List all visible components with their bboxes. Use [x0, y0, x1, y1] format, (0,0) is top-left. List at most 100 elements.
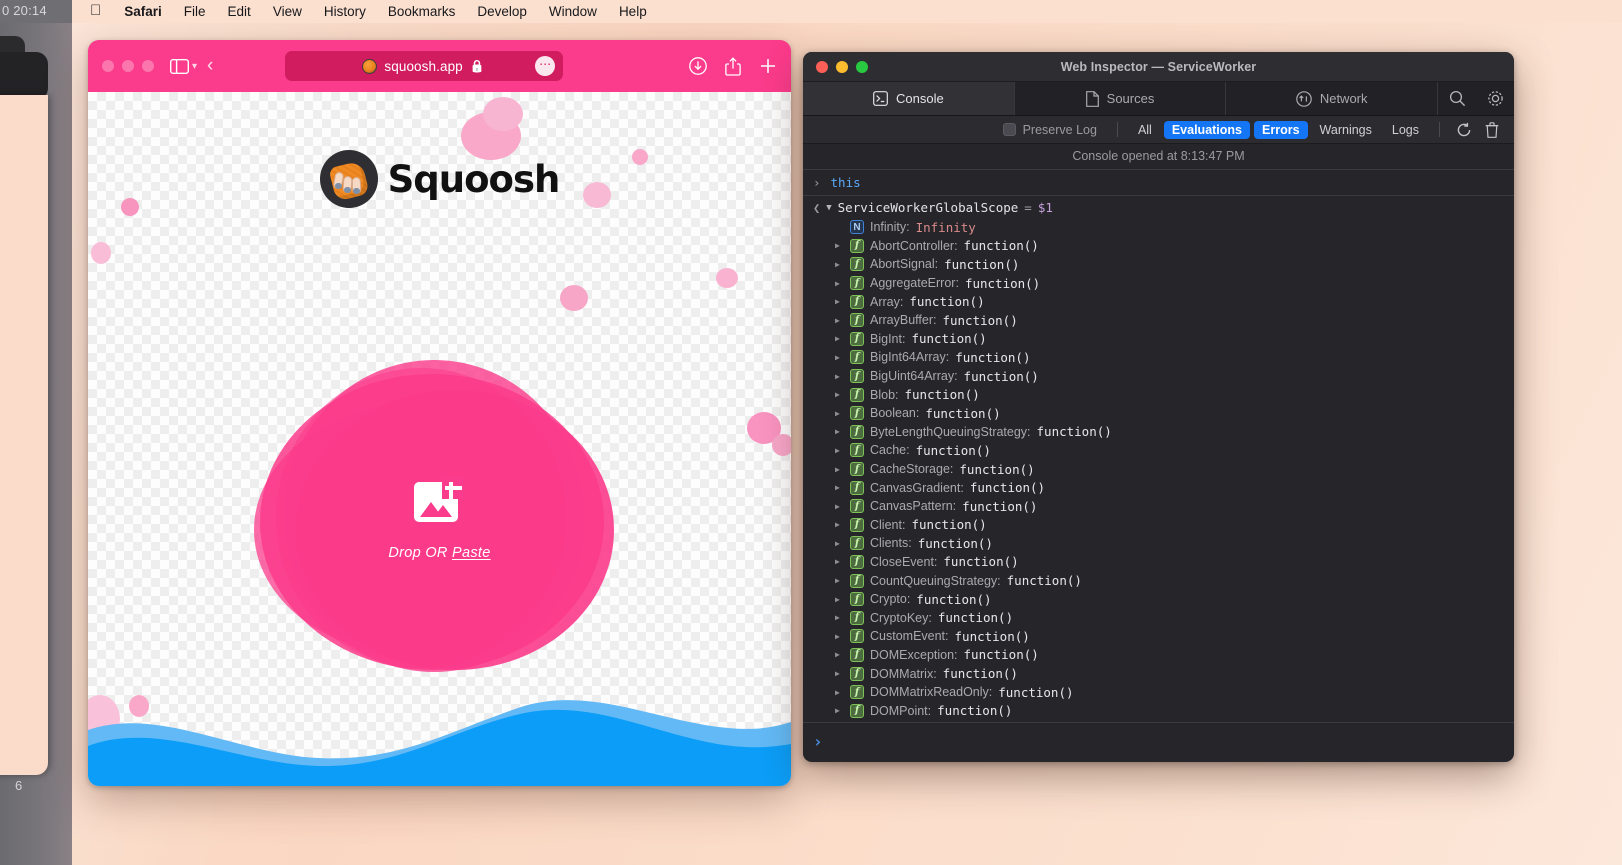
menu-item-help[interactable]: Help	[608, 3, 658, 20]
tab-console[interactable]: Console	[803, 82, 1015, 115]
disclosure-triangle-icon[interactable]: ▶	[835, 502, 844, 511]
download-icon[interactable]	[689, 57, 707, 75]
apple-icon[interactable]: 	[84, 3, 113, 20]
menu-item-bookmarks[interactable]: Bookmarks	[377, 3, 467, 20]
object-property-row[interactable]: ▶fCacheStorage:function()	[803, 460, 1514, 479]
disclosure-triangle-icon[interactable]: ▶	[835, 706, 844, 715]
object-property-row[interactable]: ▶fDOMPoint:function()	[803, 701, 1514, 720]
address-bar[interactable]: squoosh.app 🔒 ⋯	[285, 51, 563, 81]
object-property-row[interactable]: ▶fCryptoKey:function()	[803, 608, 1514, 627]
disclosure-triangle-icon[interactable]: ▶	[835, 353, 844, 362]
plus-icon[interactable]	[759, 57, 777, 75]
menu-item-file[interactable]: File	[173, 3, 217, 20]
disclosure-triangle-icon[interactable]: ▶	[835, 576, 844, 585]
paste-link[interactable]: Paste	[452, 545, 491, 561]
disclosure-triangle-icon[interactable]: ▶	[835, 557, 844, 566]
menu-item-safari[interactable]: Safari	[113, 3, 173, 20]
share-icon[interactable]	[725, 57, 741, 76]
disclosure-triangle-icon[interactable]: ▶	[835, 650, 844, 659]
disclosure-triangle-icon[interactable]: ▶	[835, 669, 844, 678]
minimize-button[interactable]	[122, 60, 134, 72]
property-value: function()	[943, 554, 1018, 569]
object-property-row[interactable]: ▶fCountQueuingStrategy:function()	[803, 571, 1514, 590]
disclosure-triangle-icon[interactable]: ▶	[835, 372, 844, 381]
object-property-row[interactable]: ▶fCloseEvent:function()	[803, 553, 1514, 572]
object-property-row[interactable]: ▶fBigInt:function()	[803, 330, 1514, 349]
object-property-row[interactable]: NInfinity:Infinity	[803, 218, 1514, 237]
gear-icon[interactable]	[1476, 90, 1514, 107]
search-icon[interactable]	[1438, 90, 1476, 107]
disclosure-triangle-icon[interactable]: ▶	[835, 688, 844, 697]
tab-sources[interactable]: Sources	[1015, 82, 1227, 115]
object-property-row[interactable]: ▶fDOMException:function()	[803, 646, 1514, 665]
object-property-row[interactable]: ▶fClient:function()	[803, 516, 1514, 535]
object-property-row[interactable]: ▶fDOMMatrixReadOnly:function()	[803, 683, 1514, 702]
object-property-row[interactable]: ▶fByteLengthQueuingStrategy:function()	[803, 423, 1514, 442]
menu-item-develop[interactable]: Develop	[466, 3, 538, 20]
disclosure-triangle-icon[interactable]: ▶	[835, 334, 844, 343]
disclosure-triangle-icon[interactable]: ▶	[835, 465, 844, 474]
window-traffic-lights[interactable]	[102, 60, 154, 72]
disclosure-triangle-icon[interactable]: ▶	[835, 297, 844, 306]
chevron-down-icon[interactable]: ▾	[192, 61, 197, 72]
menu-item-history[interactable]: History	[313, 3, 377, 20]
menu-item-edit[interactable]: Edit	[217, 3, 262, 20]
filter-logs[interactable]: Logs	[1384, 121, 1427, 139]
console-output[interactable]: Console opened at 8:13:47 PM › this ❮ ▼ …	[803, 144, 1514, 722]
object-property-row[interactable]: ▶fAbortSignal:function()	[803, 255, 1514, 274]
jump-to-source-icon[interactable]: ❮	[813, 201, 820, 215]
property-value: function()	[916, 443, 991, 458]
clear-console-icon[interactable]	[1450, 122, 1478, 138]
disclosure-triangle-icon[interactable]: ▶	[835, 446, 844, 455]
object-property-list[interactable]: NInfinity:Infinity▶fAbortController:func…	[803, 218, 1514, 720]
sidebar-icon[interactable]	[168, 55, 190, 77]
preserve-log-toggle[interactable]: Preserve Log	[1003, 123, 1097, 137]
preserve-log-checkbox[interactable]	[1003, 123, 1016, 136]
disclosure-triangle-icon[interactable]: ▶	[835, 539, 844, 548]
menu-item-view[interactable]: View	[262, 3, 313, 20]
object-property-row[interactable]: ▶fCanvasGradient:function()	[803, 478, 1514, 497]
disclosure-triangle-icon[interactable]: ▶	[835, 241, 844, 250]
object-property-row[interactable]: ▶fCustomEvent:function()	[803, 627, 1514, 646]
ellipsis-icon[interactable]: ⋯	[535, 56, 555, 76]
disclosure-triangle-icon[interactable]: ▶	[835, 279, 844, 288]
disclosure-triangle-icon[interactable]: ▶	[835, 427, 844, 436]
object-property-row[interactable]: ▶fAbortController:function()	[803, 237, 1514, 256]
image-drop-zone[interactable]: Drop OR Paste	[254, 360, 626, 678]
object-property-row[interactable]: ▶fArrayBuffer:function()	[803, 311, 1514, 330]
disclosure-triangle-icon[interactable]: ▶	[835, 483, 844, 492]
object-property-row[interactable]: ▶fClients:function()	[803, 534, 1514, 553]
back-button[interactable]: ‹	[207, 55, 213, 77]
object-property-row[interactable]: ▶fBigUint64Array:function()	[803, 367, 1514, 386]
tab-network[interactable]: Network	[1226, 82, 1438, 115]
object-property-row[interactable]: ▶fBigInt64Array:function()	[803, 348, 1514, 367]
console-input-row[interactable]: ›	[803, 722, 1514, 760]
maximize-button[interactable]	[142, 60, 154, 72]
object-property-row[interactable]: ▶fBlob:function()	[803, 385, 1514, 404]
menu-item-window[interactable]: Window	[538, 3, 608, 20]
disclosure-triangle-icon[interactable]: ▶	[835, 613, 844, 622]
object-property-row[interactable]: ▶fAggregateError:function()	[803, 274, 1514, 293]
filter-evaluations[interactable]: Evaluations	[1164, 121, 1250, 139]
object-property-row[interactable]: ▶fDOMMatrix:function()	[803, 664, 1514, 683]
filter-errors[interactable]: Errors	[1254, 121, 1308, 139]
filter-warnings[interactable]: Warnings	[1312, 121, 1380, 139]
disclosure-triangle-open-icon[interactable]: ▼	[826, 203, 831, 213]
object-property-row[interactable]: ▶fArray:function()	[803, 292, 1514, 311]
disclosure-triangle-icon[interactable]: ▶	[835, 260, 844, 269]
disclosure-triangle-icon[interactable]: ▶	[835, 409, 844, 418]
disclosure-triangle-icon[interactable]: ▶	[835, 632, 844, 641]
disclosure-triangle-icon[interactable]: ▶	[835, 316, 844, 325]
console-result-header[interactable]: ❮ ▼ ServiceWorkerGlobalScope = $1	[803, 196, 1514, 218]
close-button[interactable]	[102, 60, 114, 72]
object-property-row[interactable]: ▶fCache:function()	[803, 441, 1514, 460]
background-window-body[interactable]	[0, 95, 48, 775]
trash-icon[interactable]	[1478, 122, 1506, 138]
object-property-row[interactable]: ▶fBoolean:function()	[803, 404, 1514, 423]
disclosure-triangle-icon[interactable]: ▶	[835, 390, 844, 399]
disclosure-triangle-icon[interactable]: ▶	[835, 520, 844, 529]
object-property-row[interactable]: ▶fCanvasPattern:function()	[803, 497, 1514, 516]
object-property-row[interactable]: ▶fCrypto:function()	[803, 590, 1514, 609]
disclosure-triangle-icon[interactable]: ▶	[835, 595, 844, 604]
filter-all[interactable]: All	[1130, 121, 1160, 139]
